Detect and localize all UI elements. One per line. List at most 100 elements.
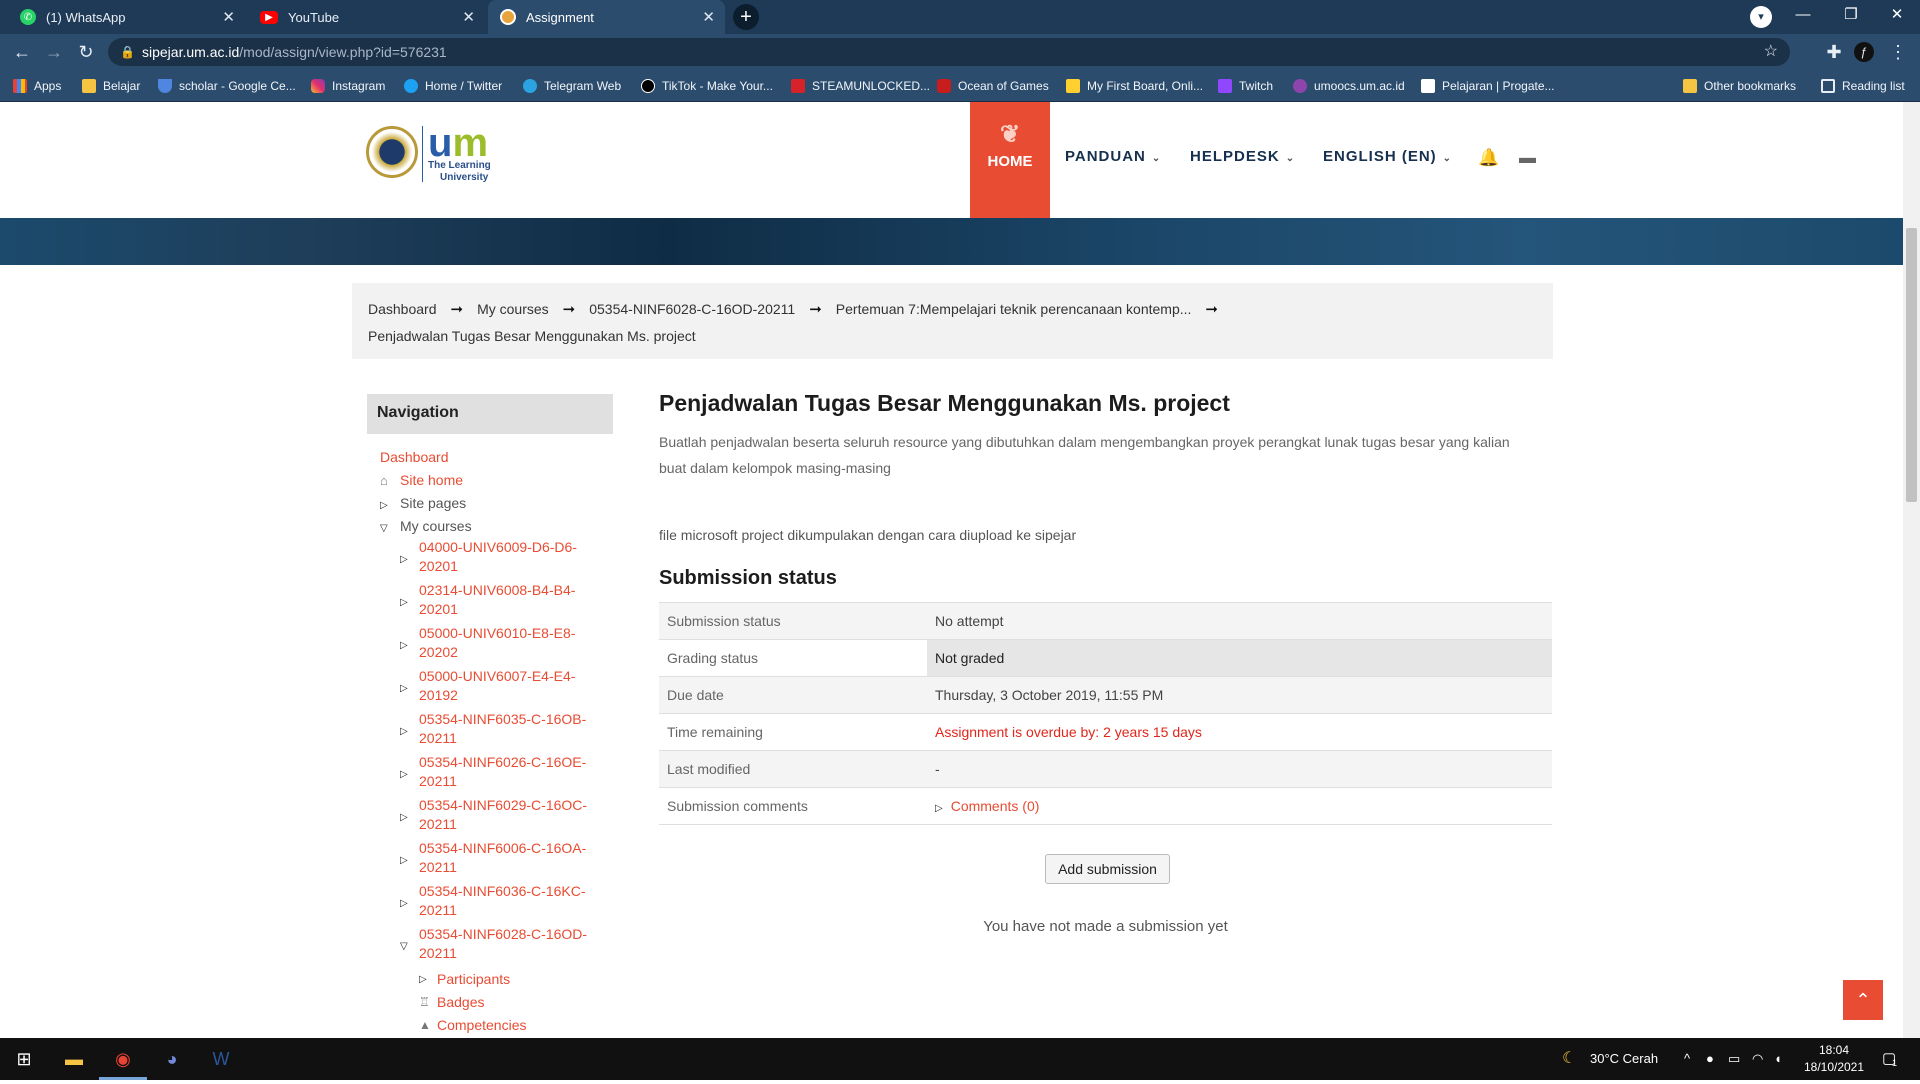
address-bar[interactable]: 🔒 sipejar.um.ac.id/mod/assign/view.php?i… bbox=[108, 38, 1790, 66]
bookmark-instagram[interactable]: Instagram bbox=[311, 70, 385, 102]
nav-dashboard-link[interactable]: Dashboard bbox=[380, 449, 449, 465]
microphone-icon[interactable]: ● bbox=[1706, 1038, 1714, 1080]
volume-icon[interactable]: ◖ bbox=[1774, 1038, 1782, 1080]
nav-badges-link[interactable]: Badges bbox=[437, 994, 484, 1010]
scroll-to-top-button[interactable]: ⌃ bbox=[1843, 980, 1883, 1020]
nav-home[interactable]: ❦ HOME bbox=[970, 102, 1050, 218]
bookmark-telegram[interactable]: Telegram Web bbox=[523, 70, 621, 102]
triangle-right-icon[interactable]: ▷ bbox=[400, 765, 414, 784]
nav-site-home[interactable]: ⌂ Site home bbox=[367, 469, 613, 492]
nav-course-item[interactable]: ▷ 05354-NINF6006-C-16OA- 20211 bbox=[367, 839, 613, 882]
nav-my-courses[interactable]: ▽ My courses bbox=[367, 515, 613, 538]
bookmark-ocean-of-games[interactable]: Ocean of Games bbox=[937, 70, 1049, 102]
bookmark-twitch[interactable]: Twitch bbox=[1218, 70, 1273, 102]
course-link-line1[interactable]: 05354-NINF6028-C-16OD- bbox=[419, 926, 587, 942]
close-icon[interactable]: ✕ bbox=[462, 8, 475, 26]
bookmark-steamunlocked[interactable]: STEAMUNLOCKED... bbox=[791, 70, 930, 102]
course-link-line2[interactable]: 20211 bbox=[419, 730, 457, 746]
course-link-line2[interactable]: 20192 bbox=[419, 687, 458, 703]
scrollbar-thumb[interactable] bbox=[1906, 228, 1917, 502]
course-link-line1[interactable]: 04000-UNIV6009-D6-D6- bbox=[419, 539, 577, 555]
nav-course-item[interactable]: ▷ 04000-UNIV6009-D6-D6- 20201 bbox=[367, 538, 613, 581]
close-icon[interactable]: ✕ bbox=[702, 8, 715, 26]
nav-participants-link[interactable]: Participants bbox=[437, 971, 510, 987]
nav-course-item[interactable]: ▷ 05354-NINF6036-C-16KC- 20211 bbox=[367, 882, 613, 925]
add-submission-button[interactable]: Add submission bbox=[1045, 854, 1170, 884]
nav-course-item[interactable]: ▷ 05000-UNIV6007-E4-E4- 20192 bbox=[367, 667, 613, 710]
reload-icon[interactable]: ↻ bbox=[74, 40, 98, 64]
triangle-right-icon[interactable]: ▷ bbox=[400, 808, 414, 827]
weather-text[interactable]: 30°C Cerah bbox=[1590, 1038, 1658, 1080]
nav-competencies-link[interactable]: Competencies bbox=[437, 1017, 527, 1033]
comments-link[interactable]: Comments (0) bbox=[951, 798, 1040, 814]
minimize-icon[interactable]: — bbox=[1780, 0, 1826, 30]
tab-youtube[interactable]: ▶ YouTube ✕ bbox=[248, 0, 485, 34]
page-scrollbar[interactable] bbox=[1903, 102, 1920, 1038]
course-link-line2[interactable]: 20211 bbox=[419, 859, 457, 875]
bookmark-reading-list[interactable]: Reading list bbox=[1821, 70, 1905, 102]
triangle-right-icon[interactable]: ▷ bbox=[400, 593, 414, 612]
course-link-line2[interactable]: 20201 bbox=[419, 601, 458, 617]
forward-arrow-icon[interactable]: → bbox=[42, 40, 66, 64]
course-link-line1[interactable]: 05354-NINF6026-C-16OE- bbox=[419, 754, 586, 770]
close-icon[interactable]: ✕ bbox=[222, 8, 235, 26]
nav-participants[interactable]: ▷ Participants bbox=[367, 968, 613, 991]
windows-start-icon[interactable]: ⊞ bbox=[0, 1038, 48, 1080]
triangle-right-icon[interactable]: ▷ bbox=[419, 968, 433, 991]
restore-icon[interactable]: ❐ bbox=[1828, 0, 1874, 30]
notification-bell-icon[interactable]: 🔔 bbox=[1478, 148, 1499, 168]
menu-kebab-icon[interactable]: ⋮ bbox=[1886, 40, 1910, 64]
triangle-down-icon[interactable]: ▽ bbox=[400, 937, 414, 956]
extensions-icon[interactable]: ✚ bbox=[1822, 40, 1846, 64]
triangle-right-icon[interactable]: ▷ bbox=[400, 550, 414, 569]
nav-course-item[interactable]: ▷ 02314-UNIV6008-B4-B4- 20201 bbox=[367, 581, 613, 624]
profile-avatar[interactable]: ƒ bbox=[1854, 42, 1874, 62]
bookmark-umoocs[interactable]: umoocs.um.ac.id bbox=[1293, 70, 1405, 102]
bookmark-star-icon[interactable]: ☆ bbox=[1764, 38, 1778, 66]
triangle-right-icon[interactable]: ▷ bbox=[400, 851, 414, 870]
nav-course-item[interactable]: ▷ 05000-UNIV6010-E8-E8- 20202 bbox=[367, 624, 613, 667]
bookmark-other[interactable]: Other bookmarks bbox=[1683, 70, 1796, 102]
battery-icon[interactable]: ▭ bbox=[1728, 1038, 1740, 1080]
triangle-right-icon[interactable]: ▷ bbox=[400, 894, 414, 913]
nav-panduan[interactable]: PANDUAN ⌄ bbox=[1065, 148, 1161, 165]
triangle-right-icon[interactable]: ▷ bbox=[400, 722, 414, 741]
new-tab-button[interactable]: + bbox=[733, 4, 759, 30]
word-icon[interactable]: W bbox=[197, 1038, 245, 1080]
nav-site-pages[interactable]: ▷ Site pages bbox=[367, 492, 613, 515]
course-link-line1[interactable]: 05354-NINF6036-C-16KC- bbox=[419, 883, 586, 899]
course-link-line2[interactable]: 20202 bbox=[419, 644, 458, 660]
nav-helpdesk[interactable]: HELPDESK ⌄ bbox=[1190, 148, 1295, 165]
triangle-right-icon[interactable]: ▷ bbox=[380, 494, 394, 517]
nav-course-item[interactable]: ▷ 05354-NINF6035-C-16OB- 20211 bbox=[367, 710, 613, 753]
tab-whatsapp[interactable]: ✆ (1) WhatsApp ✕ bbox=[8, 0, 245, 34]
course-link-line2[interactable]: 20211 bbox=[419, 945, 457, 961]
triangle-right-icon[interactable]: ▷ bbox=[935, 803, 943, 814]
nav-dashboard[interactable]: Dashboard bbox=[367, 446, 613, 469]
course-link-line1[interactable]: 05354-NINF6006-C-16OA- bbox=[419, 840, 586, 856]
nav-language[interactable]: ENGLISH (EN) ⌄ bbox=[1323, 148, 1452, 165]
course-link-line2[interactable]: 20211 bbox=[419, 773, 457, 789]
triangle-right-icon[interactable]: ▷ bbox=[400, 636, 414, 655]
breadcrumb-topic[interactable]: Pertemuan 7:Mempelajari teknik perencana… bbox=[836, 301, 1192, 317]
file-explorer-icon[interactable]: ▬ bbox=[50, 1038, 98, 1080]
bookmark-progate[interactable]: Pelajaran | Progate... bbox=[1421, 70, 1555, 102]
nav-competencies[interactable]: ▲ Competencies bbox=[367, 1014, 613, 1037]
tab-assignment[interactable]: Assignment ✕ bbox=[488, 0, 725, 34]
chrome-icon[interactable]: ◉ bbox=[99, 1038, 147, 1080]
bookmark-scholar[interactable]: scholar - Google Ce... bbox=[158, 70, 296, 102]
bookmark-twitter[interactable]: Home / Twitter bbox=[404, 70, 502, 102]
breadcrumb-my-courses[interactable]: My courses bbox=[477, 301, 549, 317]
triangle-down-icon[interactable]: ▽ bbox=[380, 517, 394, 540]
bookmark-miro[interactable]: My First Board, Onli... bbox=[1066, 70, 1203, 102]
course-link-line1[interactable]: 05354-NINF6029-C-16OC- bbox=[419, 797, 587, 813]
messages-icon[interactable]: ▬ bbox=[1519, 148, 1536, 168]
window-close-icon[interactable]: ✕ bbox=[1874, 0, 1920, 30]
course-link-line1[interactable]: 02314-UNIV6008-B4-B4- bbox=[419, 582, 575, 598]
university-seal-logo[interactable] bbox=[366, 126, 418, 178]
bookmark-tiktok[interactable]: TikTok - Make Your... bbox=[641, 70, 773, 102]
course-link-line2[interactable]: 20201 bbox=[419, 558, 458, 574]
tray-chevron-up-icon[interactable]: ^ bbox=[1684, 1038, 1690, 1080]
um-logo[interactable]: um bbox=[428, 123, 488, 163]
bookmark-apps[interactable]: Apps bbox=[13, 70, 61, 102]
